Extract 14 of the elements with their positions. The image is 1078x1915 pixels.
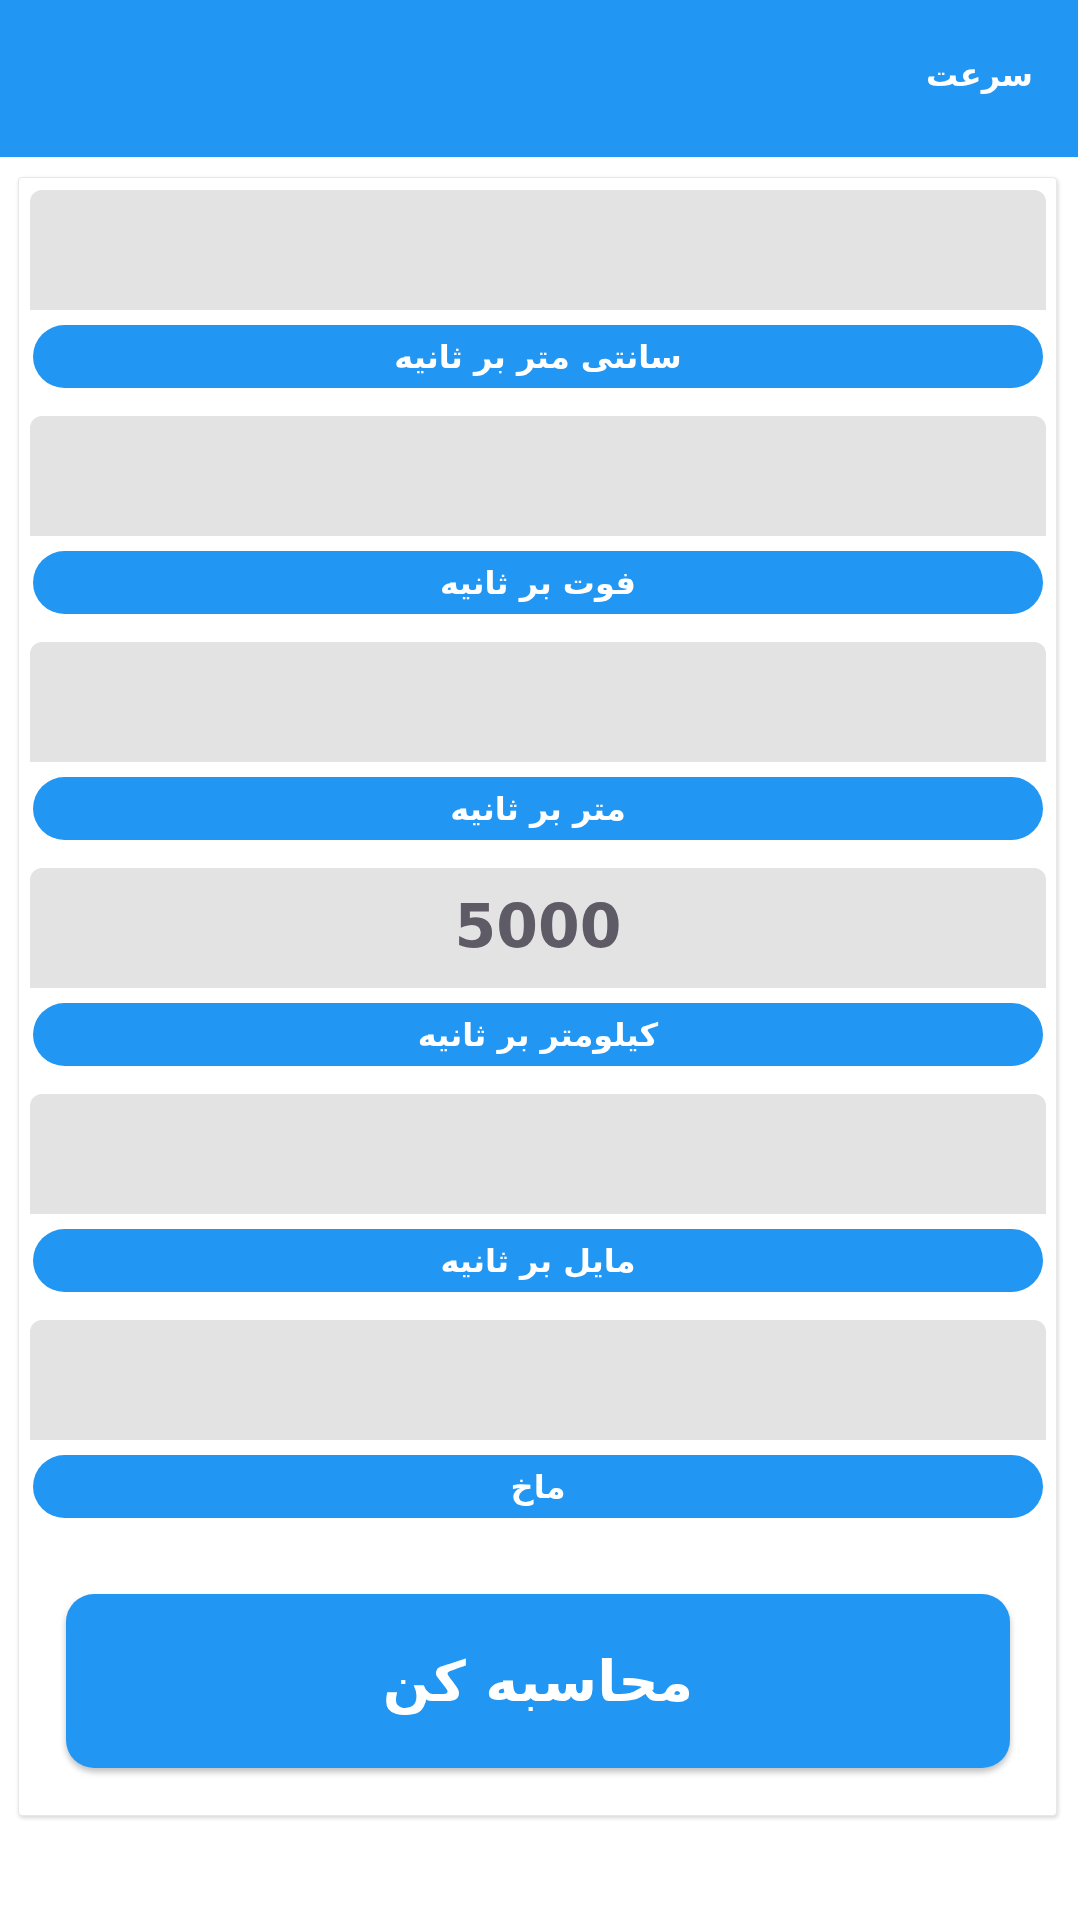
input-field[interactable]: 5000 (30, 868, 1046, 988)
input-field[interactable] (30, 1094, 1046, 1214)
unit-label: فوت بر ثانیه (33, 551, 1043, 614)
unit-label: متر بر ثانیه (33, 777, 1043, 840)
input-field[interactable] (30, 416, 1046, 536)
input-field[interactable] (30, 642, 1046, 762)
unit-label: سانتی متر بر ثانیه (33, 325, 1043, 388)
input-field[interactable] (30, 1320, 1046, 1440)
unit-label: مایل بر ثانیه (33, 1229, 1043, 1292)
calculate-button[interactable]: محاسبه کن (66, 1594, 1010, 1768)
app-title: سرعت (925, 56, 1033, 95)
unit-label: کیلومتر بر ثانیه (33, 1003, 1043, 1066)
unit-label: ماخ (33, 1455, 1043, 1518)
input-field[interactable] (30, 190, 1046, 310)
